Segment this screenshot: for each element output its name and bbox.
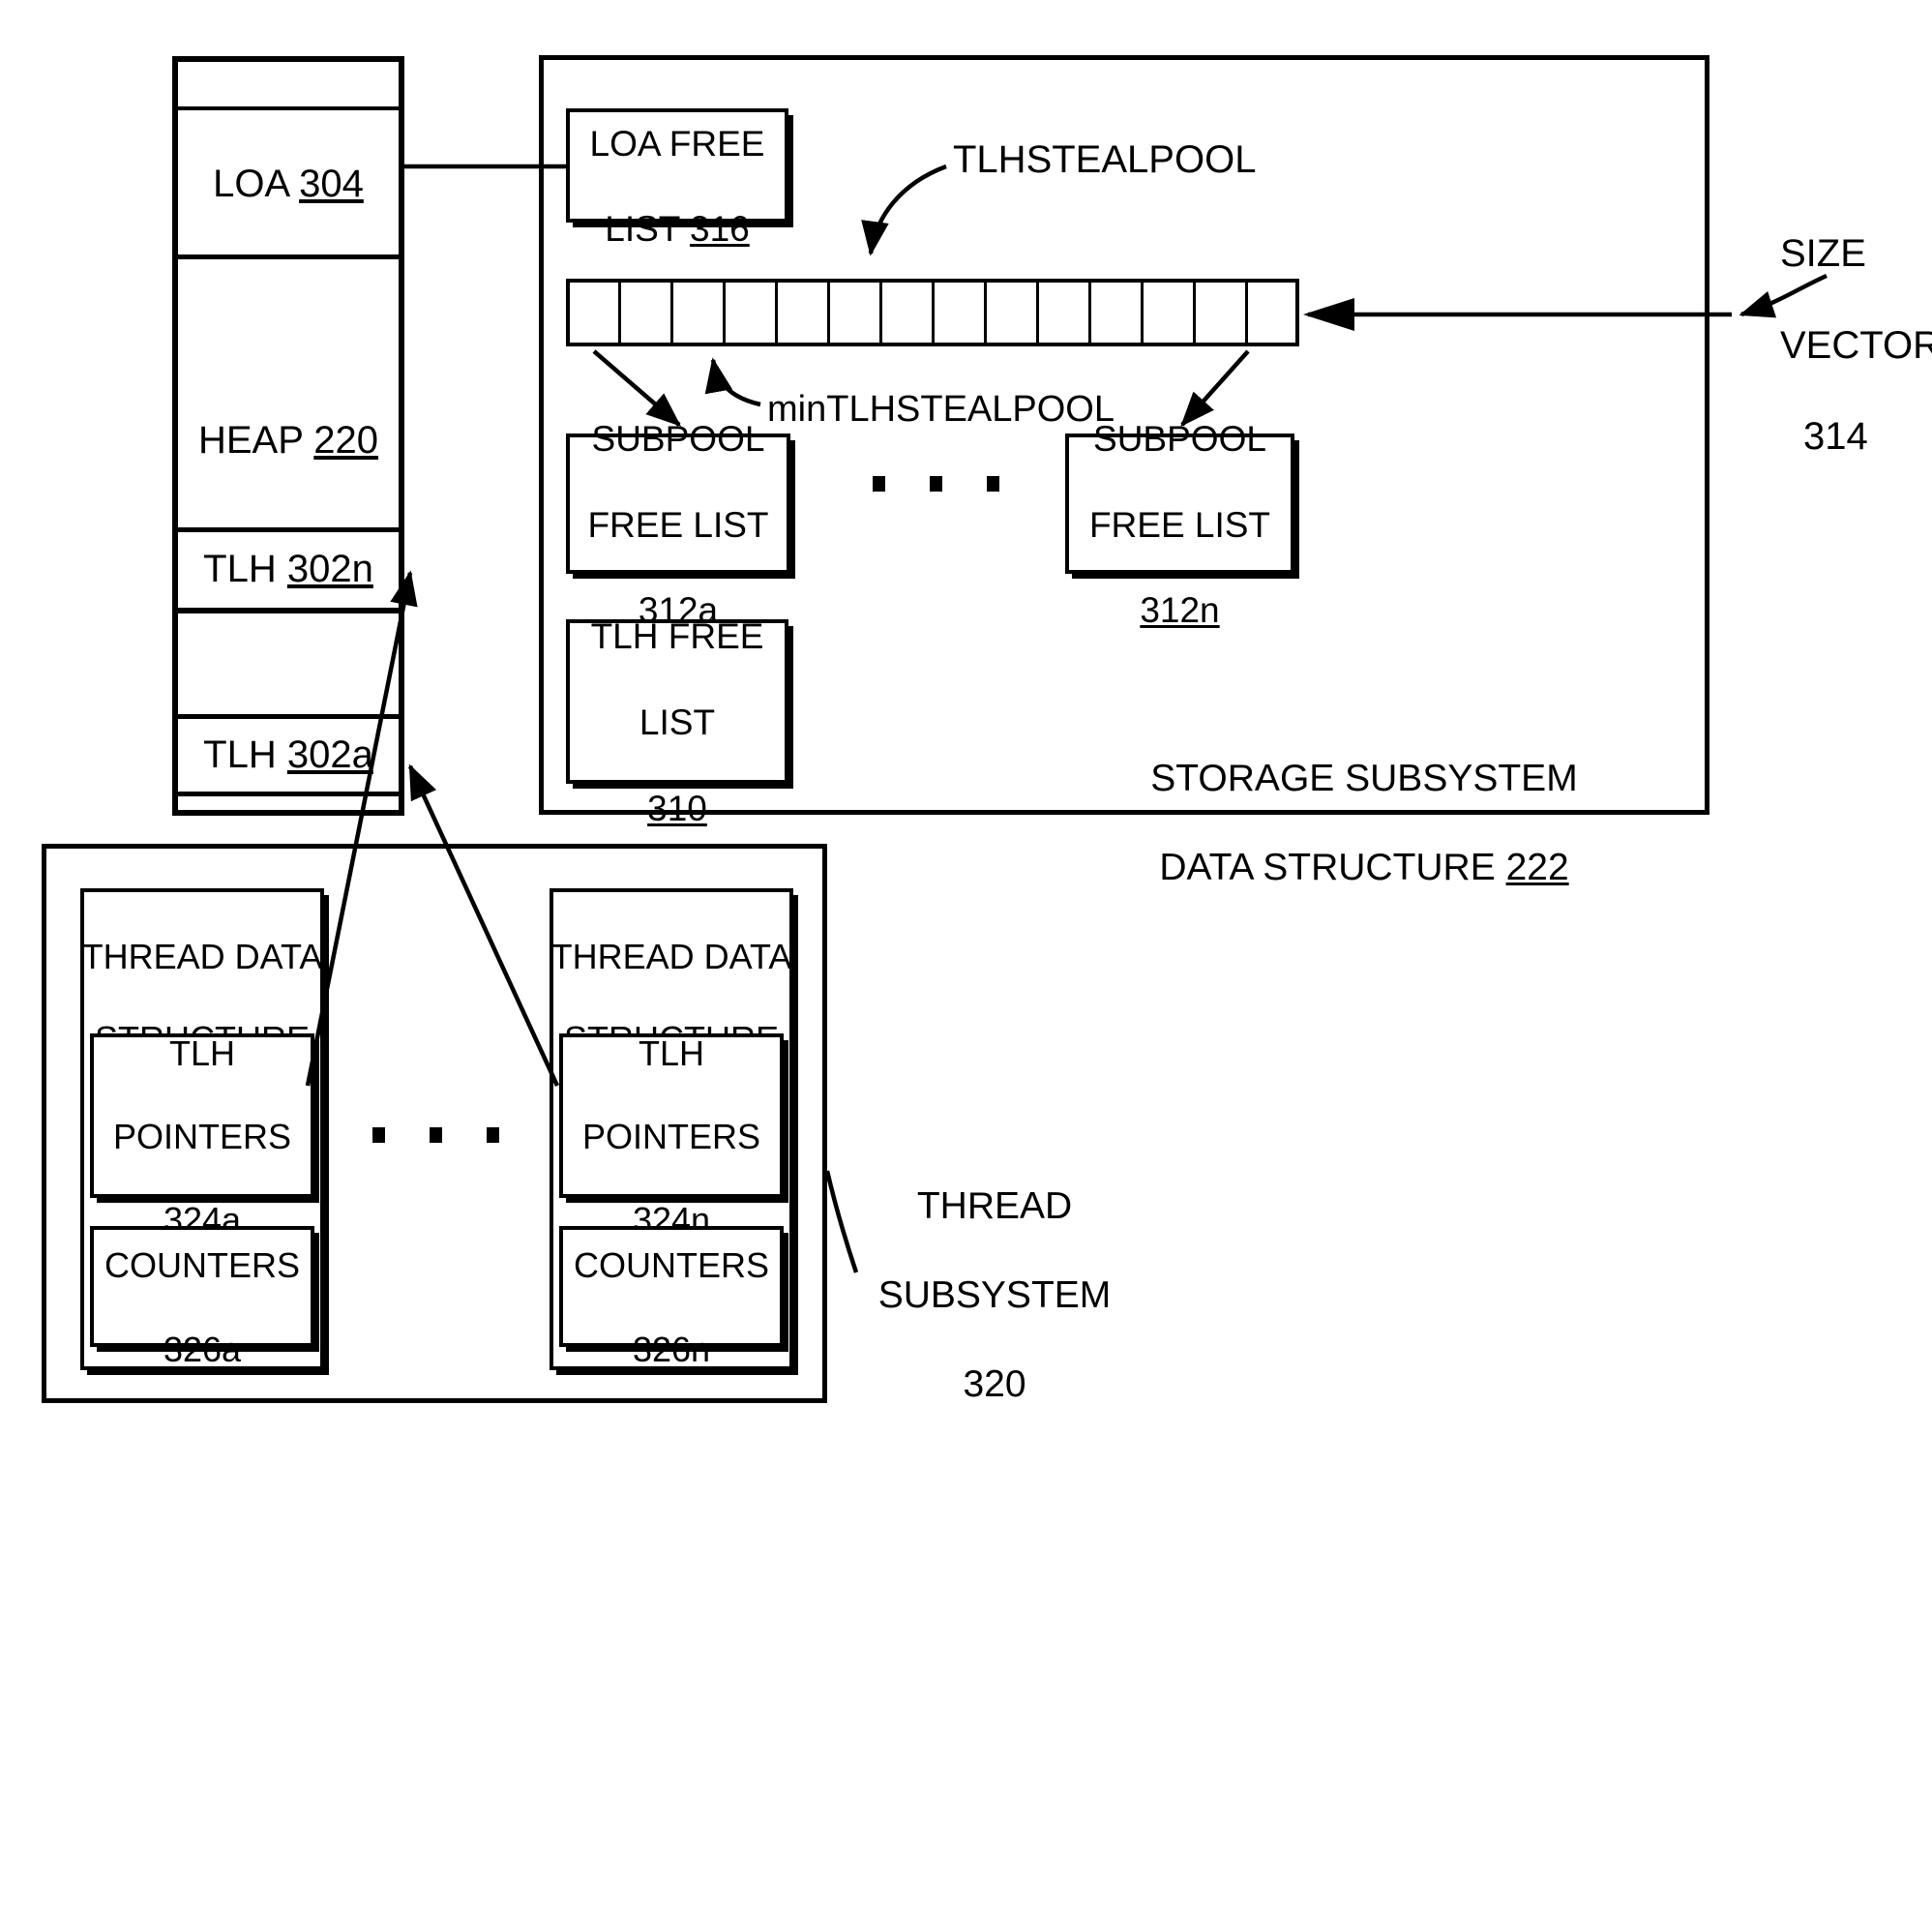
counters-a-ref: 326a — [163, 1329, 242, 1369]
memory-segment-tlh-n-label: TLH — [203, 548, 287, 590]
memory-segment-tlh-n-ref: 302n — [286, 548, 373, 590]
size-vector-cell — [1193, 279, 1245, 346]
tlhstealpool-annotation: TLHSTEALPOOL — [953, 138, 1257, 181]
subpool-n-line2: FREE LIST — [1088, 504, 1271, 545]
subpool-a-line1: SUBPOOL — [591, 418, 765, 459]
subpool-free-list-a-label: SUBPOOL FREE LIST 312a — [566, 419, 790, 631]
loa-free-list-label: LOA FREE LIST 316 — [566, 108, 788, 250]
storage-subsystem-title: STORAGE SUBSYSTEM DATA STRUCTURE 222 — [1132, 712, 1596, 890]
ellipsis-dot — [930, 476, 942, 492]
memory-segment-heap-label: HEAP — [197, 419, 314, 462]
memory-segment-loa: LOA 304 — [176, 126, 401, 242]
thread-subsystem-label: THREAD SUBSYSTEM 320 — [840, 1140, 1149, 1407]
size-vector-cell — [566, 279, 618, 346]
loa-free-list-ref: 316 — [690, 209, 750, 250]
size-vector-cell — [879, 279, 932, 346]
memory-segment-loa-label: LOA — [213, 163, 300, 205]
memory-segment-tlh-a-label: TLH — [203, 733, 287, 776]
memory-divider-5 — [176, 714, 401, 719]
size-vector-cell — [1036, 279, 1088, 346]
size-vector-cell — [984, 279, 1036, 346]
size-vector-cell — [775, 279, 827, 346]
memory-segment-tlh-n: TLH 302n — [176, 534, 401, 604]
tlh-pointers-n-line2: POINTERS — [581, 1117, 761, 1156]
memory-divider-2 — [176, 254, 401, 259]
tlh-pointers-n-line1: TLH — [638, 1032, 704, 1073]
storage-subsystem-title-ref: 222 — [1505, 847, 1569, 889]
memory-segment-loa-ref: 304 — [299, 163, 364, 205]
storage-subsystem-title-line2: DATA STRUCTURE — [1159, 847, 1506, 889]
size-vector-label: SIZE VECTOR 314 — [1780, 186, 1932, 460]
tlh-pointers-a-line2: POINTERS — [112, 1117, 292, 1156]
size-vector-label-line2: VECTOR — [1780, 323, 1932, 367]
memory-divider-6 — [176, 792, 401, 796]
counters-a-line1: COUNTERS — [104, 1245, 300, 1286]
size-vector-cell — [1141, 279, 1193, 346]
thread-subsystem-line2: SUBSYSTEM — [877, 1274, 1112, 1317]
memory-segment-tlh-a-ref: 302a — [286, 733, 373, 776]
counters-n-line1: COUNTERS — [573, 1245, 769, 1286]
subpool-a-line2: FREE LIST — [587, 504, 769, 545]
memory-segment-heap: HEAP 220 — [176, 387, 401, 493]
tlh-pointers-a-label: TLH POINTERS 324a — [90, 1032, 314, 1241]
tlh-free-list-label: TLH FREE LIST 310 — [566, 616, 788, 828]
size-vector-label-line1: SIZE — [1780, 232, 1866, 276]
thread-subsystem-line1: THREAD — [916, 1185, 1073, 1228]
size-vector-cell — [1245, 279, 1299, 346]
size-vector-cell — [827, 279, 879, 346]
memory-segment-heap-ref: 220 — [313, 419, 379, 462]
memory-divider-1 — [176, 106, 401, 110]
memory-divider-4 — [176, 608, 401, 613]
ellipsis-dot — [873, 476, 885, 492]
tlh-free-list-ref: 310 — [647, 788, 707, 828]
tlh-free-list-line2: LIST — [639, 703, 716, 742]
counters-n-ref: 326n — [632, 1329, 711, 1369]
subpool-ellipsis — [873, 476, 999, 492]
subpool-n-ref: 312n — [1140, 590, 1220, 631]
size-vector-cell — [618, 279, 670, 346]
ellipsis-dot — [372, 1127, 385, 1143]
memory-segment-tlh-a: TLH 302a — [176, 720, 401, 790]
ellipsis-dot — [430, 1127, 442, 1143]
memory-divider-3 — [176, 527, 401, 532]
ellipsis-dot — [987, 476, 999, 492]
tlh-pointers-a-line1: TLH — [168, 1032, 235, 1073]
size-vector-cell — [670, 279, 723, 346]
tlh-free-list-line1: TLH FREE — [590, 616, 764, 657]
size-vector-cell — [1088, 279, 1141, 346]
thread-a-title-line1: THREAD DATA — [81, 937, 323, 977]
size-vector-cell — [932, 279, 984, 346]
tlh-pointers-n-label: TLH POINTERS 324n — [559, 1032, 784, 1241]
ellipsis-dot — [487, 1127, 499, 1143]
loa-free-list-line1: LOA FREE — [589, 123, 765, 164]
patent-figure: LOA 304 HEAP 220 TLH 302n TLH 302a LOA F… — [0, 0, 1932, 1914]
thread-subsystem-ref: 320 — [963, 1363, 1026, 1406]
loa-free-list-line2: LIST — [605, 209, 690, 250]
subpool-free-list-n-label: SUBPOOL FREE LIST 312n — [1065, 419, 1294, 631]
subpool-n-line1: SUBPOOL — [1093, 418, 1266, 459]
counters-a-label: COUNTERS 326a — [90, 1226, 314, 1368]
counters-n-label: COUNTERS 326n — [559, 1226, 784, 1368]
size-vector-cell — [723, 279, 775, 346]
size-vector-ref: 314 — [1803, 414, 1868, 458]
thread-n-title-line1: THREAD DATA — [550, 937, 792, 977]
storage-subsystem-title-line1: STORAGE SUBSYSTEM — [1150, 758, 1578, 800]
thread-ellipsis — [372, 1127, 499, 1143]
